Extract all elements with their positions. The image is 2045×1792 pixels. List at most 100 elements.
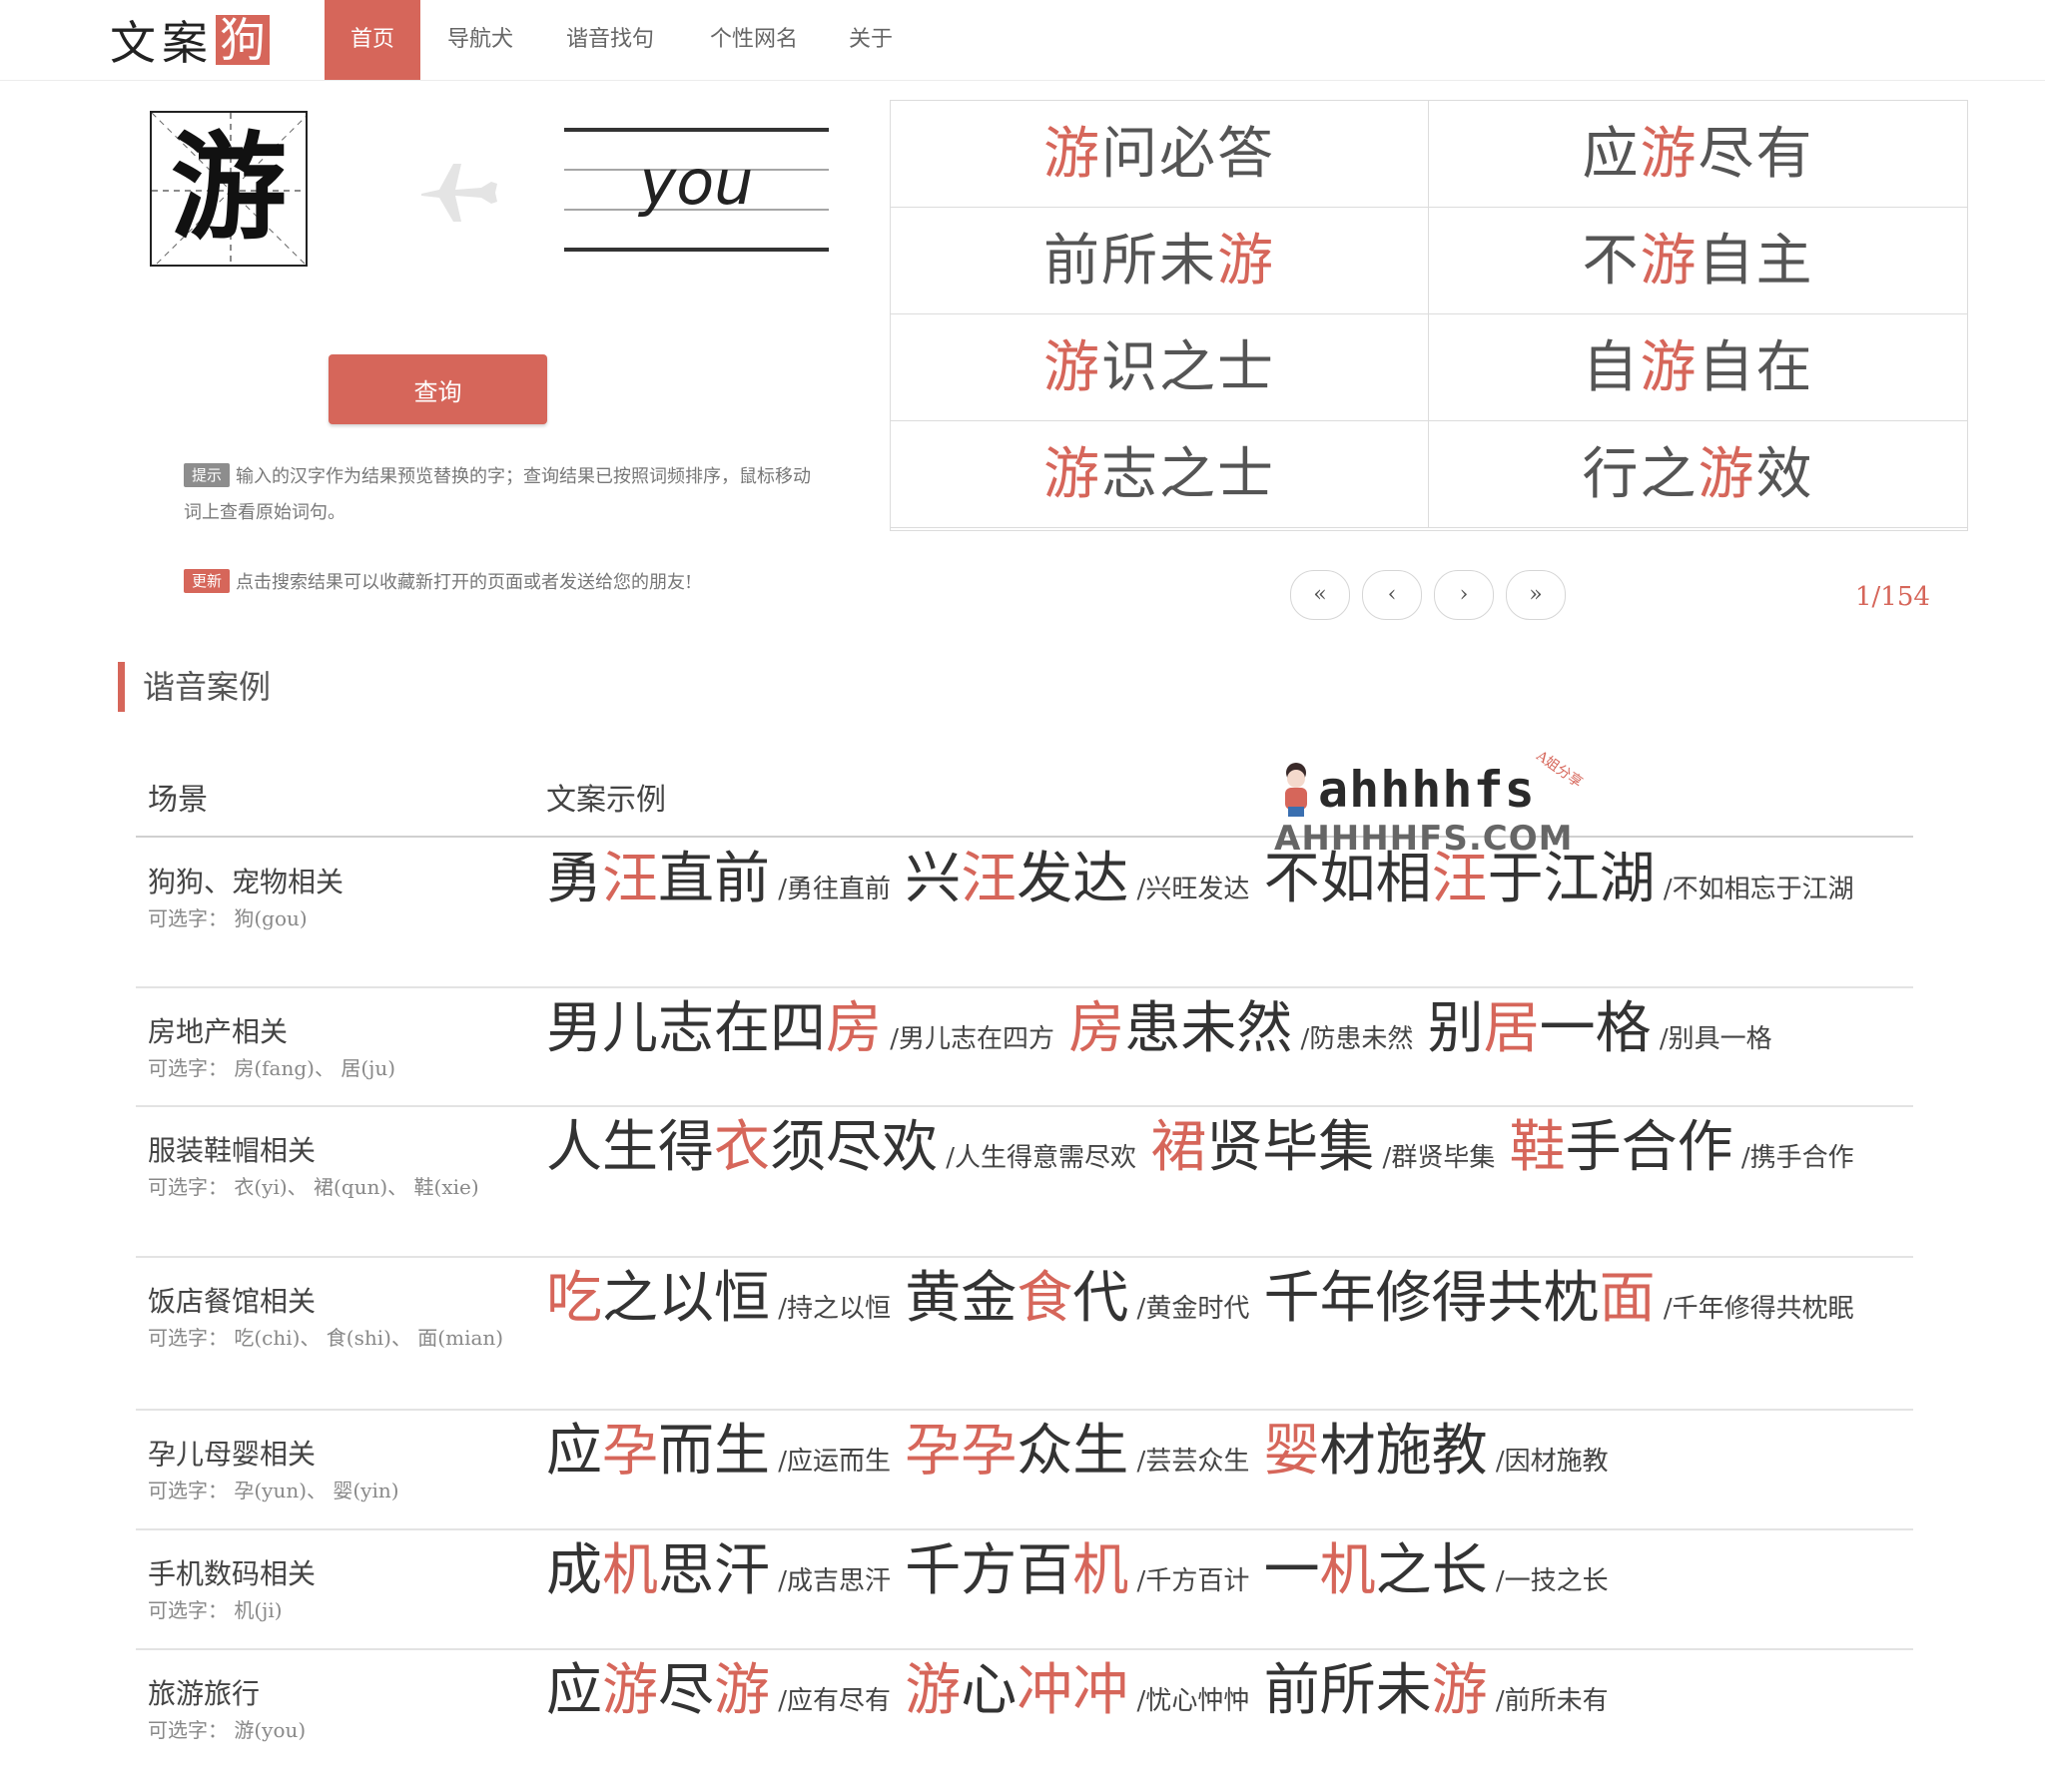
example-phrase[interactable]: 前所未游 [1264, 1658, 1488, 1723]
phrase-text: 问必答 [1101, 122, 1275, 187]
highlight-char: 游 [602, 1658, 658, 1723]
table-row: 饭店餐馆相关 可选字： 吃(chi)、 食(shi)、 面(mian) 吃之以恒 /… [136, 1256, 1913, 1411]
phrase-text: 别 [1427, 996, 1484, 1061]
example-phrase[interactable]: 裙贤毕集 [1150, 1115, 1374, 1180]
example-phrase[interactable]: 婴材施教 [1264, 1419, 1488, 1484]
highlight-char: 房 [826, 996, 882, 1061]
phrase-text: 应 [546, 1419, 602, 1484]
example-phrase[interactable]: 男儿志在四房 [546, 996, 882, 1061]
phrase-text: 勇 [546, 847, 602, 911]
example-original: /应运而生 [770, 1447, 900, 1477]
nav-item-home[interactable]: 首页 [325, 0, 420, 80]
scene-options: 可选字： 狗(gou) [148, 906, 308, 930]
result-phrase[interactable]: 游志之士 [891, 421, 1429, 528]
pager-prev-button[interactable]: ‹ [1362, 570, 1422, 620]
result-phrase[interactable]: 游问必答 [891, 101, 1429, 208]
phrase-text: 自主 [1698, 229, 1814, 294]
highlight-char: 游 [1043, 335, 1101, 400]
highlight-char: 孕孕 [905, 1419, 1018, 1484]
scene-label: 旅游旅行 [148, 1677, 261, 1710]
example-phrase[interactable]: 吃之以恒 [546, 1266, 770, 1331]
example-list: 男儿志在四房 /男儿志在四方 房患未然 /防患未然 别居一格 /别具一格 [546, 1001, 2022, 1067]
scene-options: 可选字： 游(you) [148, 1718, 307, 1742]
update-text: 点击搜索结果可以收藏新打开的页面或者发送给您的朋友! [236, 572, 693, 593]
phrase-text: 兴 [905, 847, 962, 911]
input-character: 游 [171, 121, 287, 256]
example-phrase[interactable]: 游心冲冲 [905, 1658, 1128, 1723]
result-phrase[interactable]: 游识之士 [891, 314, 1429, 421]
scene-label: 手机数码相关 [148, 1557, 317, 1590]
phrase-text: 贤毕集 [1206, 1115, 1375, 1180]
phrase-text: 材施教 [1319, 1419, 1488, 1484]
phrase-text: 尽 [658, 1658, 714, 1723]
phrase-text: 前所未 [1043, 229, 1217, 294]
phrase-text: 众生 [1017, 1419, 1129, 1484]
phrase-text: 志之士 [1101, 442, 1275, 507]
phrase-text: 患未然 [1124, 996, 1293, 1061]
result-phrase[interactable]: 行之游效 [1429, 421, 1967, 528]
example-phrase[interactable]: 别居一格 [1428, 996, 1652, 1061]
highlight-char: 游 [1217, 229, 1275, 294]
example-phrase[interactable]: 千方百机 [905, 1538, 1128, 1603]
tip-badge: 提示 [184, 463, 231, 487]
highlight-char: 游 [1640, 335, 1699, 400]
nav-item-navigation[interactable]: 导航犬 [431, 0, 529, 80]
highlight-char: 游 [1640, 122, 1699, 187]
pager-first-button[interactable]: « [1290, 570, 1350, 620]
tip-text: 输入的汉字作为结果预览替换的字；查询结果已按照词频排序，鼠标移动词上查看原始词句… [184, 466, 812, 523]
highlight-char: 冲冲 [1017, 1658, 1129, 1723]
example-phrase[interactable]: 成机思汗 [546, 1538, 770, 1603]
example-phrase[interactable]: 一机之长 [1264, 1538, 1488, 1603]
result-phrase[interactable]: 应游尽有 [1429, 101, 1967, 208]
character-input-box[interactable]: 游 [150, 111, 308, 267]
result-phrase[interactable]: 自游自在 [1429, 314, 1967, 421]
phrase-text: 自在 [1698, 335, 1814, 400]
site-logo[interactable]: 文 案 狗 [110, 14, 270, 70]
example-original: /黄金时代 [1128, 1294, 1258, 1324]
example-original: /持之以恒 [770, 1294, 900, 1324]
example-phrase[interactable]: 鞋手合作 [1510, 1115, 1733, 1180]
page-indicator: 1/154 [1855, 582, 1930, 612]
scene-options: 可选字： 衣(yi)、 裙(qun)、 鞋(xie) [148, 1175, 479, 1199]
query-button[interactable]: 查询 [329, 354, 547, 424]
scene-label: 孕儿母婴相关 [148, 1438, 317, 1471]
phrase-text: 之以恒 [602, 1266, 770, 1331]
phrase-text: 应 [1582, 122, 1641, 187]
highlight-char: 机 [1319, 1538, 1376, 1603]
logo-char-3: 狗 [216, 15, 270, 65]
pager-last-button[interactable]: » [1506, 570, 1566, 620]
example-phrase[interactable]: 房患未然 [1068, 996, 1292, 1061]
example-original: /因材施教 [1487, 1447, 1609, 1477]
phrase-text: 而生 [658, 1419, 770, 1484]
example-original: /千方百计 [1128, 1566, 1258, 1596]
example-phrase[interactable]: 应孕而生 [546, 1419, 770, 1484]
result-phrase[interactable]: 前所未游 [891, 208, 1429, 314]
example-phrase[interactable]: 应游尽游 [546, 1658, 770, 1723]
nav-item-nicknames[interactable]: 个性网名 [699, 0, 809, 80]
phrase-text: 黄金 [905, 1266, 1018, 1331]
example-list: 应游尽游 /应有尽有 游心冲冲 /忧心忡忡 前所未游 /前所未有 [546, 1663, 2022, 1729]
pager-next-button[interactable]: › [1434, 570, 1494, 620]
result-phrase[interactable]: 不游自主 [1429, 208, 1967, 314]
example-list: 成机思汗 /成吉思汗 千方百机 /千方百计 一机之长 /一技之长 [546, 1543, 2022, 1609]
phrase-text: 识之士 [1101, 335, 1275, 400]
nav-item-about[interactable]: 关于 [839, 0, 903, 80]
pinyin-input-box[interactable]: you [564, 128, 829, 253]
example-phrase[interactable]: 孕孕众生 [905, 1419, 1128, 1484]
highlight-char: 汪 [961, 847, 1018, 911]
example-phrase[interactable]: 人生得衣须尽欢 [546, 1115, 938, 1180]
example-phrase[interactable]: 千年修得共枕面 [1264, 1266, 1656, 1331]
highlight-char: 游 [714, 1658, 770, 1723]
example-original: /人生得意需尽欢 [938, 1143, 1145, 1173]
phrase-text: 之长 [1375, 1538, 1488, 1603]
highlight-char: 衣 [714, 1115, 770, 1180]
example-original: /不如相忘于江湖 [1655, 875, 1854, 904]
example-phrase[interactable]: 黄金食代 [905, 1266, 1128, 1331]
logo-char-2: 案 [162, 16, 214, 70]
nav-item-homophone[interactable]: 谐音找句 [555, 0, 665, 80]
example-original: /携手合作 [1732, 1143, 1854, 1173]
example-phrase[interactable]: 勇汪直前 [546, 847, 770, 911]
highlight-char: 汪 [1431, 847, 1488, 911]
example-phrase[interactable]: 兴汪发达 [905, 847, 1128, 911]
example-phrase[interactable]: 不如相汪于江湖 [1264, 847, 1656, 911]
